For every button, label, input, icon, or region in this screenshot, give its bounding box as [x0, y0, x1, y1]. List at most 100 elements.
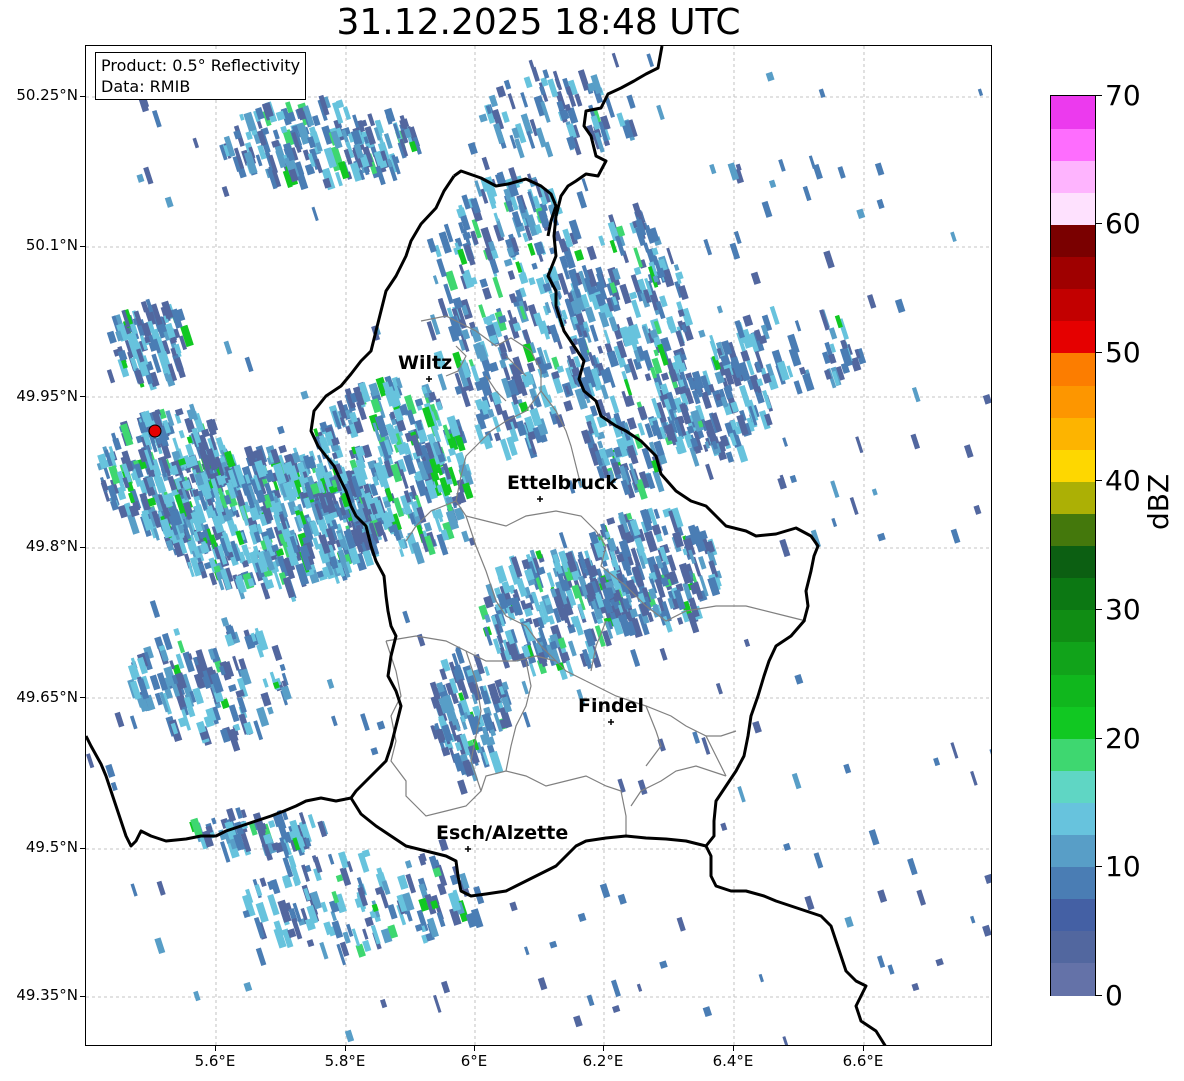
- radar-echo: [177, 640, 186, 654]
- radar-echo: [989, 748, 991, 767]
- radar-echo: [232, 655, 240, 671]
- radar-echo: [282, 576, 296, 599]
- radar-echo: [589, 324, 599, 342]
- radar-echo: [876, 955, 886, 969]
- radar-echo: [973, 504, 982, 515]
- colorbar-segment: [1051, 481, 1095, 514]
- radar-echo: [317, 454, 323, 464]
- radar-echo: [877, 889, 888, 903]
- lon-tick: [863, 1046, 864, 1051]
- radar-echo: [736, 445, 749, 463]
- radar-echo: [705, 463, 714, 481]
- radar-echo: [379, 998, 388, 1009]
- radar-echo: [342, 106, 352, 121]
- radar-echo: [528, 59, 535, 69]
- radar-echo: [267, 706, 274, 715]
- radar-echo: [701, 737, 711, 755]
- colorbar-segment: [1051, 513, 1095, 547]
- radar-echo: [977, 88, 984, 97]
- radar-echo: [228, 684, 237, 693]
- lat-tick-label: 49.8°N: [25, 537, 78, 555]
- lon-tick: [733, 1046, 734, 1051]
- radar-echo: [950, 742, 959, 759]
- radar-echo: [528, 277, 536, 286]
- radar-echo: [982, 924, 991, 937]
- radar-site-marker[interactable]: [148, 424, 162, 438]
- radar-echo: [543, 141, 554, 158]
- radar-echo: [609, 239, 618, 254]
- radar-echo: [535, 549, 543, 560]
- radar-echo: [910, 433, 921, 450]
- radar-echo: [484, 666, 490, 676]
- colorbar-tick: [1096, 738, 1102, 739]
- radar-echo: [692, 731, 701, 744]
- radar-echo: [950, 528, 961, 544]
- colorbar-unit-label: dBZ: [1142, 473, 1175, 530]
- radar-echo: [228, 704, 240, 723]
- radar-echo: [597, 345, 604, 354]
- radar-echo: [729, 242, 741, 260]
- radar-echo: [563, 400, 574, 412]
- radar-echo: [221, 616, 230, 627]
- lon-tick-label: 6°E: [460, 1052, 488, 1070]
- colorbar-segment: [1051, 673, 1095, 707]
- colorbar-segment: [1051, 160, 1095, 193]
- radar-echo: [586, 994, 595, 1007]
- radar-echo: [531, 262, 538, 270]
- radar-echo: [522, 711, 531, 728]
- radar-echo: [136, 173, 145, 183]
- radar-echo: [414, 398, 424, 407]
- radar-echo: [484, 614, 491, 623]
- radar-echo: [794, 320, 802, 332]
- lon-tick-label: 6.6°E: [842, 1052, 884, 1070]
- radar-echo: [791, 772, 802, 790]
- radar-echo: [758, 973, 764, 983]
- radar-echo: [112, 437, 122, 451]
- colorbar-tick-label: 20: [1105, 722, 1141, 755]
- radar-echo: [740, 350, 751, 362]
- radar-echo: [482, 287, 492, 300]
- lat-tick: [80, 246, 85, 247]
- radar-echo: [828, 327, 838, 340]
- radar-echo: [737, 786, 746, 803]
- radar-echo: [278, 444, 287, 454]
- radar-echo: [698, 556, 707, 570]
- radar-echo: [616, 112, 626, 127]
- radar-echo: [523, 76, 533, 89]
- radar-echo: [646, 53, 655, 68]
- radar-echo: [481, 156, 490, 171]
- radar-echo: [837, 166, 846, 179]
- radar-echo: [661, 525, 669, 536]
- radar-echo: [478, 113, 488, 123]
- colorbar-segment: [1051, 706, 1095, 739]
- radar-echo: [933, 757, 941, 767]
- radar-echo: [255, 947, 267, 967]
- radar-echo: [279, 663, 286, 672]
- radar-echo: [436, 911, 446, 928]
- radar-echo: [783, 842, 791, 851]
- radar-map-canvas[interactable]: Wiltz Ettelbruck Findel Esch/Alzette: [86, 46, 992, 1046]
- radar-echo: [871, 488, 878, 496]
- colorbar-tick-label: 0: [1105, 979, 1123, 1012]
- product-info-box: Product: 0.5° Reflectivity Data: RMIB: [95, 52, 307, 100]
- radar-echo: [130, 883, 138, 897]
- colorbar-segment: [1051, 128, 1095, 161]
- lon-tick-label: 6.2°E: [582, 1052, 624, 1070]
- radar-echo: [384, 107, 396, 124]
- radar-map[interactable]: Wiltz Ettelbruck Findel Esch/Alzette: [85, 45, 992, 1046]
- colorbar-tick-label: 50: [1105, 336, 1141, 369]
- radar-echo: [659, 960, 668, 969]
- radar-echo: [617, 893, 627, 905]
- radar-echo: [221, 185, 230, 198]
- radar-echo: [574, 249, 585, 262]
- radar-echo: [611, 52, 620, 68]
- radar-echo: [507, 270, 516, 281]
- colorbar-segment: [1051, 417, 1095, 450]
- radar-echo: [259, 877, 267, 887]
- radar-echo: [520, 92, 529, 108]
- radar-echo: [106, 369, 116, 384]
- radar-echo: [106, 330, 117, 344]
- radar-echo: [734, 319, 745, 339]
- radar-echo: [576, 191, 588, 209]
- radar-echo: [254, 884, 263, 897]
